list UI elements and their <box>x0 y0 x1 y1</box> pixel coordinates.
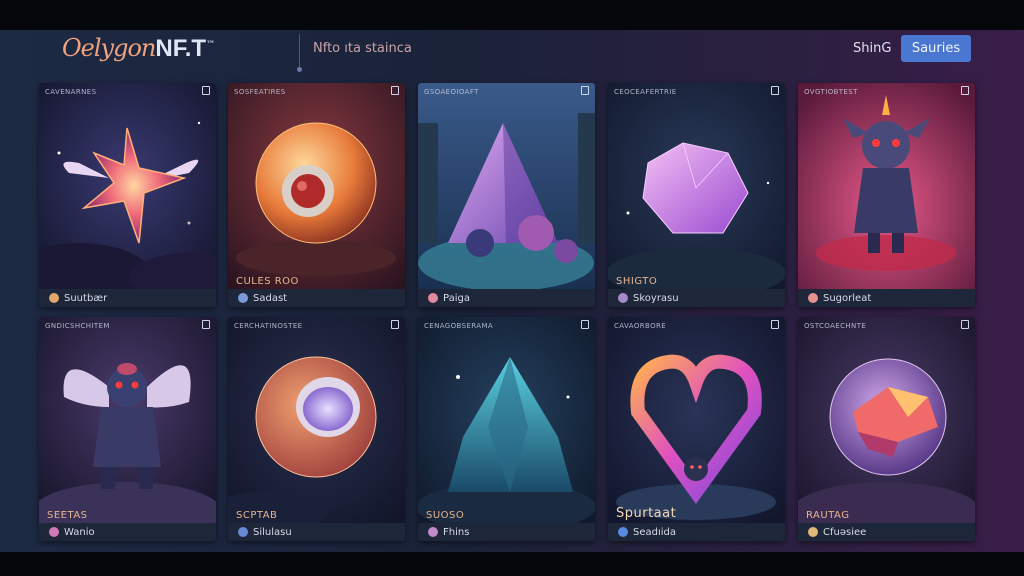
card-title: CEOCEAFERTRIE <box>614 88 677 96</box>
header-divider <box>297 34 302 72</box>
card-name: Suutbær <box>64 292 108 304</box>
card-name: Paiga <box>443 292 470 304</box>
logo-tm: ™ <box>206 40 215 50</box>
heart-gem-icon <box>49 527 59 537</box>
top-bar: OelygonNF.T™ Nfto ıta stainca ShinG Saur… <box>0 30 1024 72</box>
heart-gem-icon <box>808 293 818 303</box>
badge-icon <box>391 86 399 95</box>
nft-card[interactable]: OSTCOAECHNTE RAUTAG Cfuəsiee <box>798 317 975 541</box>
card-title: SOSFEATIRES <box>234 88 286 96</box>
card-footer: Skoyrasu <box>608 289 785 307</box>
card-footer: Fhins <box>418 523 595 541</box>
orb-gem-icon <box>238 527 248 537</box>
card-title: OVGTIOBTEST <box>804 88 858 96</box>
card-title: CERCHATINOSTEE <box>234 322 303 330</box>
card-footer: Cfuəsiee <box>798 523 975 541</box>
card-name: Sugorleat <box>823 292 872 304</box>
card-overlay-text: SEETAS <box>47 510 88 521</box>
card-name: Skoyrasu <box>633 292 679 304</box>
orb-gem-icon <box>618 293 628 303</box>
nft-card[interactable]: CAVENARNES Suutbær <box>39 83 216 307</box>
heart-gem-icon <box>49 293 59 303</box>
primary-button[interactable]: Sauries <box>901 35 971 62</box>
card-footer: Suutbær <box>39 289 216 307</box>
card-footer: Sadast <box>228 289 405 307</box>
badge-icon <box>391 320 399 329</box>
nav-link[interactable]: ShinG <box>853 41 891 56</box>
nft-artwork-horned-creature: OVGTIOBTEST <box>798 83 975 289</box>
nft-artwork-winged-star: CAVENARNES <box>39 83 216 289</box>
brand-logo[interactable]: OelygonNF.T™ <box>62 34 215 63</box>
nft-card[interactable]: CAVAORBORE Spurtaat Seadıida <box>608 317 785 541</box>
card-footer: Wanio <box>39 523 216 541</box>
card-overlay-text: SHIGTO <box>616 276 658 287</box>
nft-card[interactable]: GSOAEOIOAFT Paiga <box>418 83 595 307</box>
nft-card[interactable]: CEOCEAFERTRIE SHIGTO Skoyrasu <box>608 83 785 307</box>
badge-icon <box>771 86 779 95</box>
card-title: CAVENARNES <box>45 88 97 96</box>
card-title: GSOAEOIOAFT <box>424 88 479 96</box>
badge-icon <box>202 320 210 329</box>
card-name: Wanio <box>64 526 95 538</box>
card-name: Fhins <box>443 526 470 538</box>
nft-card[interactable]: SOSFEATIRES CULES ROO Sadast <box>228 83 405 307</box>
nft-card[interactable]: CERCHATINOSTEE SCPTAB Silulasu <box>228 317 405 541</box>
badge-icon <box>202 86 210 95</box>
card-footer: Silulasu <box>228 523 405 541</box>
nft-artwork-crystal-pyramid: GSOAEOIOAFT <box>418 83 595 289</box>
card-title: GNDICSHCHITEM <box>45 322 110 330</box>
card-name: Silulasu <box>253 526 292 538</box>
orb-gem-icon <box>238 293 248 303</box>
nft-artwork-gem-bubble: OSTCOAECHNTE RAUTAG <box>798 317 975 523</box>
card-overlay-text: Spurtaat <box>616 506 677 521</box>
card-name: Seadıida <box>633 526 677 538</box>
card-title: CENAGOBSERAMA <box>424 322 494 330</box>
card-overlay-text: SUOSO <box>426 510 465 521</box>
nft-artwork-polyhedron: CEOCEAFERTRIE SHIGTO <box>608 83 785 289</box>
card-overlay-text: RAUTAG <box>806 510 850 521</box>
card-name: Sadast <box>253 292 288 304</box>
card-footer: Seadıida <box>608 523 785 541</box>
heart-gem-icon <box>808 527 818 537</box>
card-title: OSTCOAECHNTE <box>804 322 867 330</box>
nft-artwork-winged-demon: GNDICSHCHITEM SEETAS <box>39 317 216 523</box>
heart-gem-icon <box>428 527 438 537</box>
app-window: OelygonNF.T™ Nfto ıta stainca ShinG Saur… <box>0 30 1024 552</box>
nft-artwork-crystal-orb: CERCHATINOSTEE SCPTAB <box>228 317 405 523</box>
badge-icon <box>771 320 779 329</box>
card-footer: Sugorleat <box>798 289 975 307</box>
nft-artwork-eye-orb: SOSFEATIRES CULES ROO <box>228 83 405 289</box>
tagline: Nfto ıta stainca <box>313 41 412 56</box>
nft-artwork-heart-portal: CAVAORBORE Spurtaat <box>608 317 785 523</box>
nft-card[interactable]: OVGTIOBTEST Sugorleat <box>798 83 975 307</box>
card-name: Cfuəsiee <box>823 526 867 538</box>
nft-card[interactable]: GNDICSHCHITEM SEETAS Wanio <box>39 317 216 541</box>
card-title: CAVAORBORE <box>614 322 667 330</box>
logo-main: Oelygon <box>62 34 156 62</box>
heart-gem-icon <box>428 293 438 303</box>
nft-artwork-ice-mountain: CENAGOBSERAMA SUOSO <box>418 317 595 523</box>
badge-icon <box>581 86 589 95</box>
nft-card[interactable]: CENAGOBSERAMA SUOSO Fhins <box>418 317 595 541</box>
card-overlay-text: CULES ROO <box>236 276 299 287</box>
badge-icon <box>581 320 589 329</box>
badge-icon <box>961 86 969 95</box>
badge-icon <box>961 320 969 329</box>
logo-nft: NF.T <box>155 35 207 62</box>
card-overlay-text: SCPTAB <box>236 510 278 521</box>
orb-gem-icon <box>618 527 628 537</box>
card-footer: Paiga <box>418 289 595 307</box>
